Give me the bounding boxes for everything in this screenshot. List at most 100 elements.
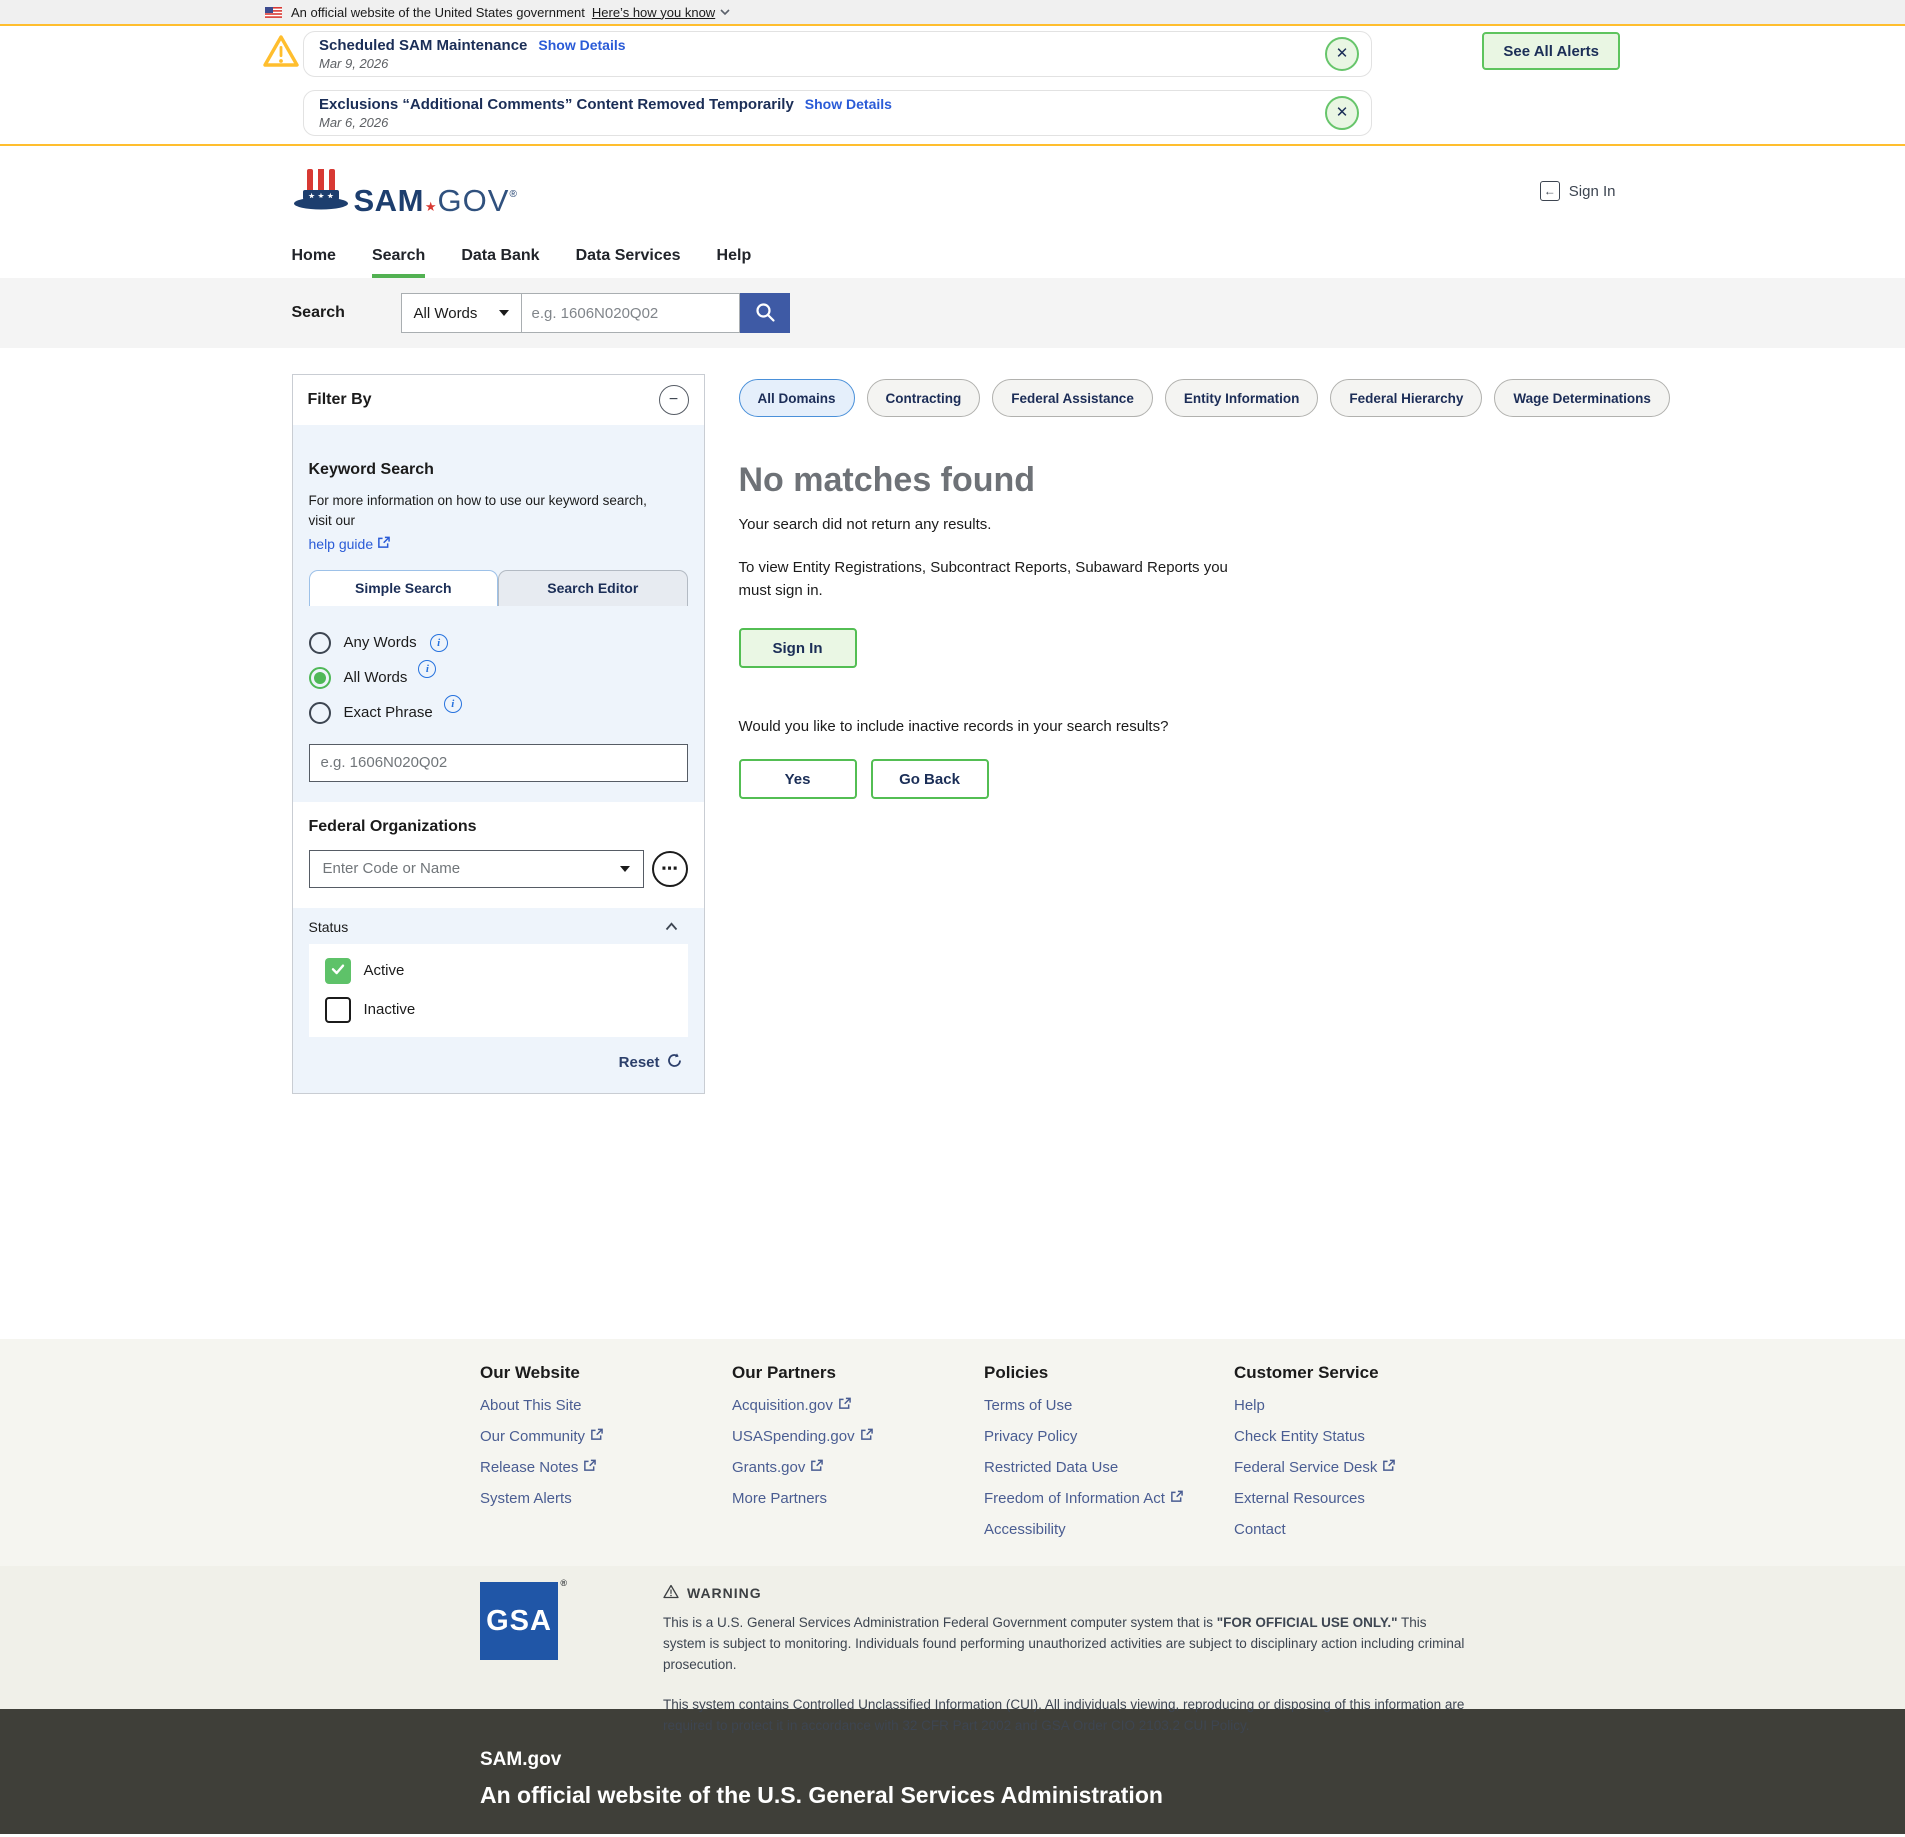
info-icon[interactable]: i [443,694,462,713]
alerts-section: Scheduled SAM Maintenance Show Details M… [0,26,1905,146]
domain-tab-contracting[interactable]: Contracting [866,379,981,417]
footer-link-accessibility[interactable]: Accessibility [984,1521,1066,1538]
keyword-input[interactable] [308,743,688,782]
external-link-icon [860,1428,873,1445]
footer-link-label: Grants.gov [732,1459,806,1476]
sign-in-icon: ← [1539,181,1560,201]
sign-in-label: Sign In [1568,182,1616,200]
warning-bold-text: "FOR OFFICIAL USE ONLY." [1216,1615,1398,1630]
sign-in-button[interactable]: Sign In [738,628,857,668]
keyword-tabs: Simple Search Search Editor [308,569,688,606]
footer-link-label: Our Community [480,1428,586,1445]
footer-link-our-community[interactable]: Our Community [480,1428,603,1445]
external-link-icon [590,1428,603,1445]
alert-date: Mar 6, 2026 [319,115,389,130]
alert-title: Exclusions “Additional Comments” Content… [319,96,794,113]
main-nav: Home Search Data Bank Data Services Help [288,236,1618,278]
alert-row: Exclusions “Additional Comments” Content… [263,90,1905,136]
radio-any-words[interactable] [308,631,331,654]
external-link-icon [583,1459,597,1476]
see-all-alerts-button[interactable]: See All Alerts [1482,32,1620,70]
info-icon[interactable]: i [418,659,437,678]
info-icon[interactable]: i [429,633,448,652]
footer-link-release-notes[interactable]: Release Notes [480,1459,597,1476]
footer-link-privacy-policy[interactable]: Privacy Policy [984,1428,1077,1445]
domain-tab-federal-hierarchy[interactable]: Federal Hierarchy [1330,379,1483,417]
footer-links: Our Website About This Site Our Communit… [0,1339,1905,1566]
radio-exact-phrase[interactable] [308,701,331,724]
show-details-link[interactable]: Show Details [805,96,892,112]
nav-item-help[interactable]: Help [717,236,752,278]
magnifier-icon [754,301,776,326]
keyword-search-heading: Keyword Search [308,461,434,478]
sam-gov-logo[interactable]: ★ ★ ★ SAM ★ GOV ® [292,167,517,216]
chevron-down-icon [619,865,630,872]
no-matches-title: No matches found [738,461,1036,499]
footer-link-foia[interactable]: Freedom of Information Act [984,1490,1183,1507]
footer-link-usaspending-gov[interactable]: USASpending.gov [732,1428,873,1445]
reset-filters-link[interactable]: Reset [619,1054,660,1071]
radio-all-words[interactable] [308,666,331,689]
checkbox-inactive[interactable] [324,996,351,1023]
alert-title: Scheduled SAM Maintenance [319,37,528,54]
footer-link-grants-gov[interactable]: Grants.gov [732,1459,824,1476]
footer-column-customer-service: Customer Service Help Check Entity Statu… [1234,1363,1486,1566]
how-you-know-link[interactable]: Here’s how you know [592,5,715,20]
checkbox-active[interactable] [324,957,351,984]
external-link-icon [1170,1490,1183,1507]
nav-item-search[interactable]: Search [371,236,426,278]
nav-item-data-bank[interactable]: Data Bank [461,236,539,278]
external-link-icon [1382,1459,1396,1476]
search-mode-select[interactable]: All Words [400,293,522,333]
help-guide-link[interactable]: help guide [309,536,391,552]
search-label: Search [291,304,345,321]
search-submit-button[interactable] [739,293,790,333]
footer-link-external-resources[interactable]: External Resources [1234,1490,1365,1507]
footer-link-terms-of-use[interactable]: Terms of Use [984,1397,1072,1414]
inactive-records-question: Would you like to include inactive recor… [738,718,1169,735]
search-input[interactable] [521,293,740,333]
footer-link-about-this-site[interactable]: About This Site [480,1397,581,1414]
domain-tab-federal-assistance[interactable]: Federal Assistance [992,379,1153,417]
footer-link-label: About This Site [480,1397,582,1414]
checkbox-inactive-label: Inactive [363,1001,416,1018]
external-link-icon [810,1459,824,1476]
gov-banner-text: An official website of the United States… [291,4,585,20]
footer-link-contact[interactable]: Contact [1234,1521,1286,1538]
keyword-info-text: For more information on how to use our k… [308,493,647,529]
footer-link-restricted-data-use[interactable]: Restricted Data Use [984,1459,1118,1476]
footer-link-more-partners[interactable]: More Partners [732,1490,827,1507]
federal-organizations-combo[interactable]: Enter Code or Name [308,849,644,888]
warning-paragraph-1: This is a U.S. General Services Administ… [663,1613,1473,1676]
go-back-button[interactable]: Go Back [870,759,989,799]
us-flag-icon [265,6,282,18]
reset-icon[interactable] [667,1052,682,1073]
domain-tab-all-domains[interactable]: All Domains [738,379,855,417]
nav-item-data-services[interactable]: Data Services [576,236,681,278]
tab-search-editor[interactable]: Search Editor [498,569,688,606]
warning-icon [663,1584,679,1602]
domain-tab-entity-information[interactable]: Entity Information [1164,379,1319,417]
footer-link-system-alerts[interactable]: System Alerts [480,1490,572,1507]
yes-button[interactable]: Yes [738,759,857,799]
uncle-sam-hat-icon: ★ ★ ★ [292,167,350,216]
alert-close-button[interactable]: ✕ [1325,96,1359,130]
logo-sam-text: SAM [353,182,424,218]
footer-link-check-entity-status[interactable]: Check Entity Status [1234,1428,1365,1445]
show-details-link[interactable]: Show Details [538,37,625,53]
sign-in-link[interactable]: ← Sign In [1539,181,1616,201]
tab-simple-search[interactable]: Simple Search [308,569,498,606]
alert-close-button[interactable]: ✕ [1325,37,1359,71]
more-options-button[interactable]: ⋯ [651,850,688,887]
status-header[interactable]: Status [309,908,688,944]
collapse-filters-button[interactable]: − [658,385,689,415]
gsa-logo-text: GSA [486,1604,552,1637]
footer-link-federal-service-desk[interactable]: Federal Service Desk [1234,1459,1396,1476]
footer-link-acquisition-gov[interactable]: Acquisition.gov [732,1397,851,1414]
footer: Our Website About This Site Our Communit… [0,1339,1905,1834]
footer-link-help[interactable]: Help [1234,1397,1265,1414]
gsa-logo: GSA ® [480,1578,567,1660]
federal-organizations-heading: Federal Organizations [308,817,477,835]
domain-tab-wage-determinations[interactable]: Wage Determinations [1494,379,1670,417]
nav-item-home[interactable]: Home [292,236,336,278]
